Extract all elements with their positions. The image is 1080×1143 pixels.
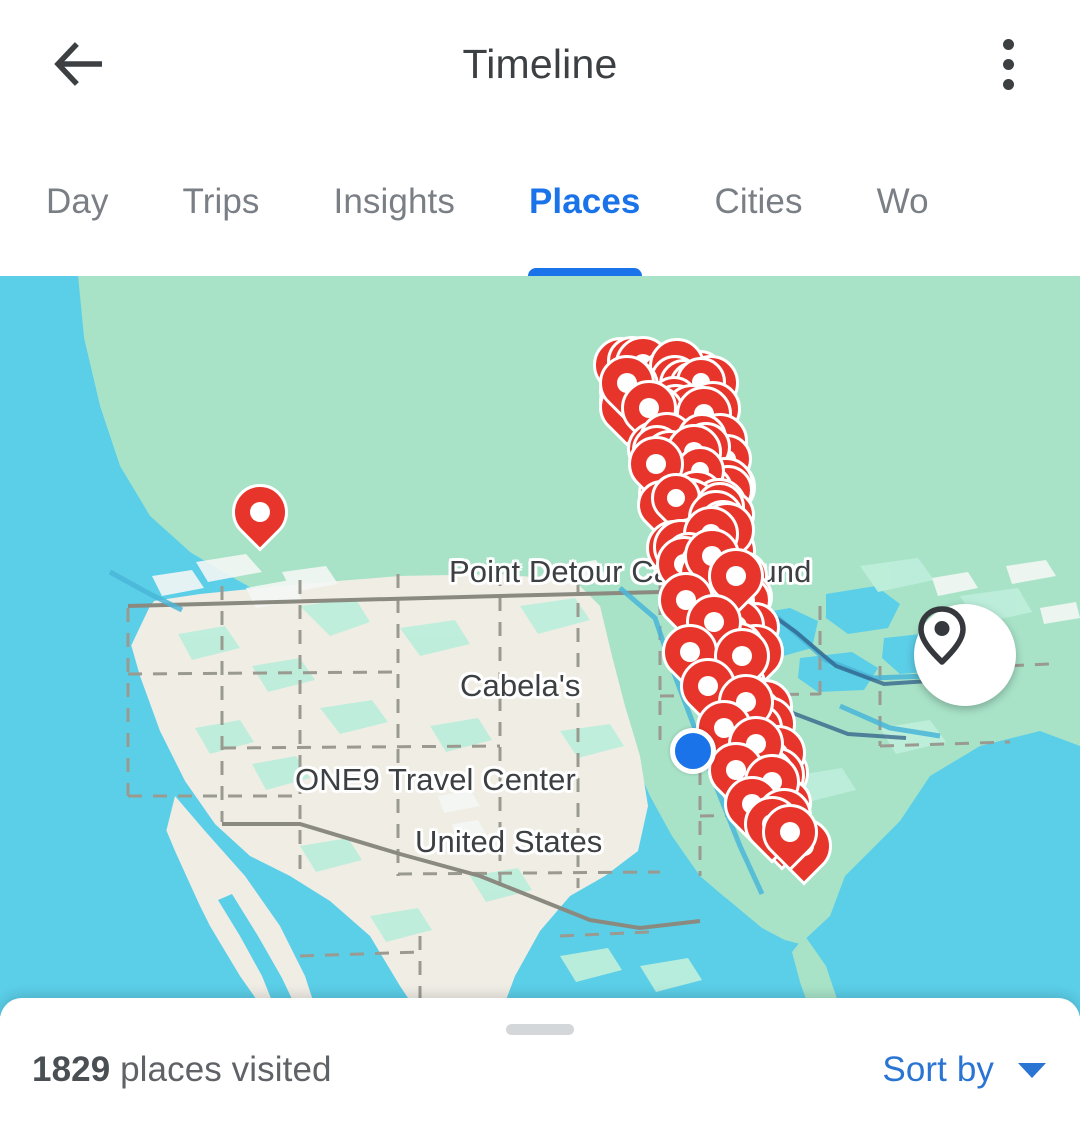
count-value: 1829 xyxy=(32,1050,111,1089)
my-location-button[interactable] xyxy=(914,604,1016,706)
tab-label: Wo xyxy=(876,182,929,221)
caret-down-icon xyxy=(1018,1062,1046,1078)
more-vert-icon-dot xyxy=(1002,38,1014,50)
tab-label: Day xyxy=(46,182,109,221)
map-pin-center xyxy=(698,676,718,696)
tab-list: Day Trips Insights Places Cities Wo xyxy=(0,128,966,276)
more-vert-icon-dot xyxy=(1002,58,1014,70)
tab-label: Insights xyxy=(333,182,455,221)
map-pin-center xyxy=(726,566,746,586)
map-canvas[interactable]: Point Detour Campground Cabela's ONE9 Tr… xyxy=(0,276,1080,1016)
active-tab-indicator xyxy=(527,268,642,276)
app-bar: Timeline xyxy=(0,0,1080,128)
place-pin[interactable] xyxy=(220,472,300,558)
user-location-dot xyxy=(670,728,716,774)
more-vert-icon-dot xyxy=(1002,78,1014,90)
timeline-screen: Timeline Day Trips Insights Places Cities Wo xyxy=(0,0,1080,1143)
place-pin-outline-icon xyxy=(918,606,966,665)
tab-insights[interactable]: Insights xyxy=(297,128,492,276)
tab-label: Places xyxy=(528,182,641,221)
sort-by-label: Sort by xyxy=(882,1050,994,1089)
overflow-menu-button[interactable] xyxy=(976,30,1040,98)
place-pin[interactable] xyxy=(750,792,830,878)
map-pin-center xyxy=(667,489,685,507)
tab-trips[interactable]: Trips xyxy=(146,128,297,276)
count-label: places visited xyxy=(110,1050,332,1089)
map-pin-center xyxy=(646,454,666,474)
map-label: Cabela's xyxy=(460,668,581,703)
tab-cities[interactable]: Cities xyxy=(677,128,839,276)
tab-bar: Day Trips Insights Places Cities Wo xyxy=(0,128,1080,276)
bottom-sheet: 1829 places visited Sort by xyxy=(0,998,1080,1143)
drag-handle[interactable] xyxy=(506,1024,574,1035)
map-pin-center xyxy=(250,502,270,522)
map-label: ONE9 Travel Center xyxy=(295,762,576,797)
page-title: Timeline xyxy=(462,41,618,87)
tab-day[interactable]: Day xyxy=(0,128,146,276)
tab-label: Cities xyxy=(714,182,803,221)
tab-wo[interactable]: Wo xyxy=(840,128,966,276)
tab-places[interactable]: Places xyxy=(492,128,678,276)
map-pin-center xyxy=(780,822,800,842)
sort-by-button[interactable]: Sort by xyxy=(882,1050,1046,1090)
places-visited-count: 1829 places visited xyxy=(32,1050,332,1090)
tab-label: Trips xyxy=(182,182,260,221)
map-label: United States xyxy=(415,824,603,859)
